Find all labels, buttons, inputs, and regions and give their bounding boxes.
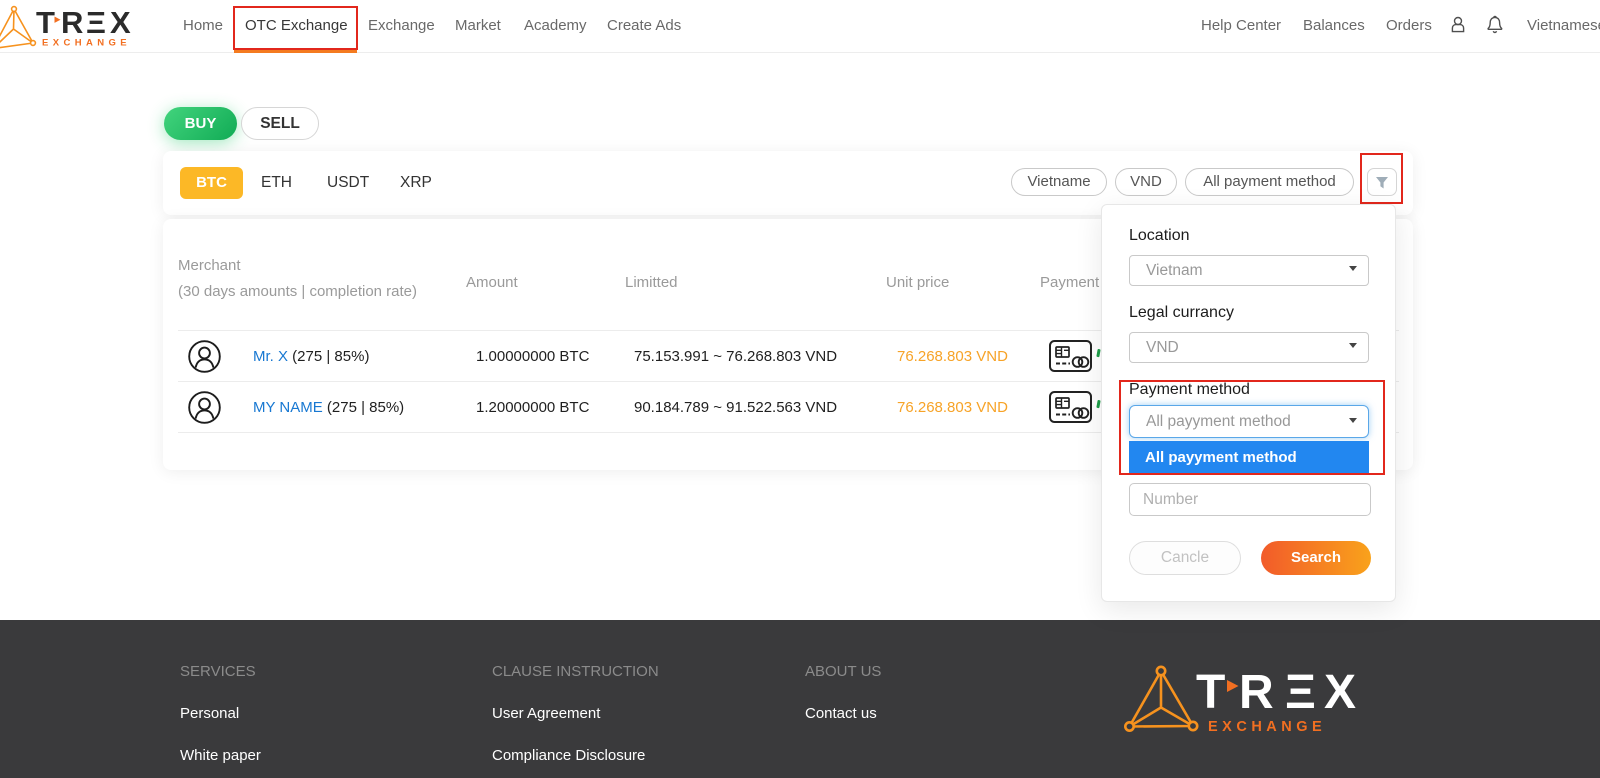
- svg-text:EXCHANGE: EXCHANGE: [1208, 719, 1326, 735]
- svg-text:Ξ: Ξ: [1285, 666, 1316, 719]
- svg-text:X: X: [1324, 666, 1356, 719]
- svg-text:R: R: [1239, 666, 1274, 719]
- svg-text:R: R: [61, 5, 83, 40]
- svg-text:T: T: [1196, 666, 1225, 719]
- svg-text:X: X: [110, 5, 131, 40]
- svg-text:Ξ: Ξ: [86, 5, 106, 40]
- svg-text:T: T: [36, 5, 55, 40]
- svg-text:EXCHANGE: EXCHANGE: [42, 38, 131, 49]
